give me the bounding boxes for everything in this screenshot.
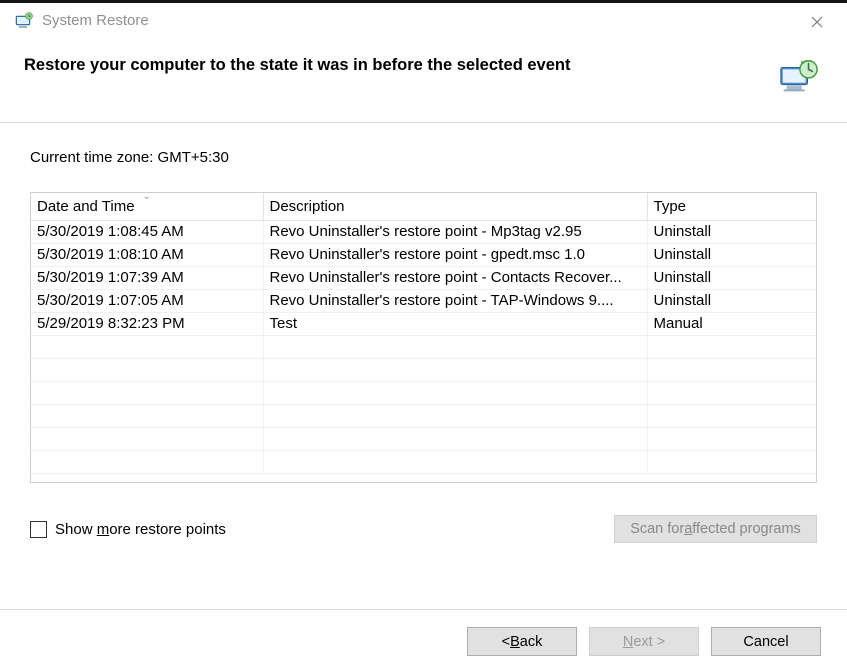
show-more-underlined: m bbox=[97, 521, 110, 538]
scan-affected-programs-button: Scan for affected programs bbox=[614, 515, 817, 543]
cell-description: Test bbox=[263, 312, 647, 335]
table-row-empty bbox=[31, 335, 816, 358]
cell-type: Uninstall bbox=[647, 266, 816, 289]
sort-descending-icon: ⌄ bbox=[143, 192, 151, 202]
cell-description: Revo Uninstaller's restore point - Mp3ta… bbox=[263, 220, 647, 243]
cancel-label: Cancel bbox=[743, 634, 788, 650]
scan-underlined: a bbox=[684, 521, 692, 537]
content-area: Current time zone: GMT+5:30 Date and Tim… bbox=[0, 123, 847, 595]
header-section: Restore your computer to the state it wa… bbox=[0, 38, 847, 122]
wizard-button-bar: < Back Next > Cancel bbox=[467, 627, 821, 656]
window-title: System Restore bbox=[42, 12, 149, 29]
cell-type: Uninstall bbox=[647, 220, 816, 243]
back-suffix: ack bbox=[520, 634, 543, 650]
table-row[interactable]: 5/29/2019 8:32:23 PMTestManual bbox=[31, 312, 816, 335]
back-prefix: < bbox=[502, 634, 510, 650]
table-row[interactable]: 5/30/2019 1:07:05 AMRevo Uninstaller's r… bbox=[31, 289, 816, 312]
column-header-date-label: Date and Time bbox=[37, 198, 135, 215]
table-row-empty bbox=[31, 381, 816, 404]
cell-date: 5/30/2019 1:07:05 AM bbox=[31, 289, 263, 312]
cell-date: 5/30/2019 1:07:39 AM bbox=[31, 266, 263, 289]
next-button: Next > bbox=[589, 627, 699, 656]
next-underlined: N bbox=[623, 634, 633, 650]
table-row[interactable]: 5/30/2019 1:08:45 AMRevo Uninstaller's r… bbox=[31, 220, 816, 243]
table-row-empty bbox=[31, 404, 816, 427]
bottom-separator bbox=[0, 609, 847, 610]
cancel-button[interactable]: Cancel bbox=[711, 627, 821, 656]
table-row-empty bbox=[31, 358, 816, 381]
restore-clock-icon bbox=[777, 56, 819, 98]
system-restore-icon bbox=[14, 11, 34, 31]
show-more-checkbox[interactable]: Show more restore points bbox=[30, 521, 226, 538]
cell-type: Uninstall bbox=[647, 289, 816, 312]
cell-date: 5/30/2019 1:08:45 AM bbox=[31, 220, 263, 243]
column-header-date[interactable]: Date and Time ⌄ bbox=[31, 193, 263, 220]
next-suffix: ext > bbox=[633, 634, 665, 650]
cell-type: Uninstall bbox=[647, 243, 816, 266]
column-header-type[interactable]: Type bbox=[647, 193, 816, 220]
cell-date: 5/30/2019 1:08:10 AM bbox=[31, 243, 263, 266]
below-table-row: Show more restore points Scan for affect… bbox=[30, 515, 817, 543]
table-row-empty bbox=[31, 450, 816, 473]
scan-prefix: Scan for bbox=[630, 521, 684, 537]
column-header-description-label: Description bbox=[270, 198, 345, 215]
titlebar: System Restore bbox=[0, 0, 847, 38]
restore-points-table: Date and Time ⌄ Description Type 5/30/20… bbox=[30, 192, 817, 483]
cell-description: Revo Uninstaller's restore point - Conta… bbox=[263, 266, 647, 289]
cell-date: 5/29/2019 8:32:23 PM bbox=[31, 312, 263, 335]
show-more-suffix: ore restore points bbox=[109, 521, 226, 538]
cell-description: Revo Uninstaller's restore point - TAP-W… bbox=[263, 289, 647, 312]
close-button[interactable] bbox=[797, 9, 837, 35]
page-heading: Restore your computer to the state it wa… bbox=[24, 56, 570, 75]
column-header-type-label: Type bbox=[654, 198, 687, 215]
timezone-label: Current time zone: GMT+5:30 bbox=[30, 149, 817, 166]
cell-description: Revo Uninstaller's restore point - gpedt… bbox=[263, 243, 647, 266]
cell-type: Manual bbox=[647, 312, 816, 335]
checkbox-box-icon bbox=[30, 521, 47, 538]
scan-suffix: ffected programs bbox=[692, 521, 801, 537]
table-row-empty bbox=[31, 427, 816, 450]
table-row[interactable]: 5/30/2019 1:07:39 AMRevo Uninstaller's r… bbox=[31, 266, 816, 289]
back-underlined: B bbox=[510, 634, 520, 650]
table-row[interactable]: 5/30/2019 1:08:10 AMRevo Uninstaller's r… bbox=[31, 243, 816, 266]
column-header-description[interactable]: Description bbox=[263, 193, 647, 220]
show-more-prefix: Show bbox=[55, 521, 97, 538]
show-more-label: Show more restore points bbox=[55, 521, 226, 538]
back-button[interactable]: < Back bbox=[467, 627, 577, 656]
